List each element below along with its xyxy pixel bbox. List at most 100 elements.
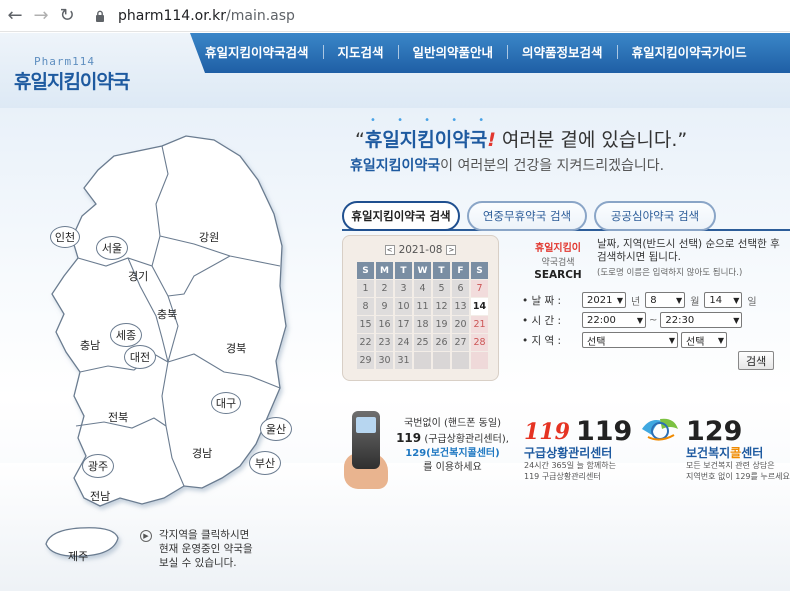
search-desc-note: (도로명 이름은 입력하지 않아도 됩니다.) xyxy=(597,268,743,278)
calendar-day[interactable]: 30 xyxy=(376,352,393,369)
calendar-prev-button[interactable]: < xyxy=(384,245,395,255)
region-chungnam[interactable]: 충남 xyxy=(80,337,100,353)
region-jeonbuk[interactable]: 전북 xyxy=(108,409,128,425)
menu-divider xyxy=(616,44,618,59)
back-icon[interactable]: ← xyxy=(2,3,28,29)
calendar-day[interactable]: 26 xyxy=(433,334,450,351)
calendar-day[interactable]: 10 xyxy=(395,298,412,315)
calendar-day[interactable]: 1 xyxy=(357,280,374,297)
calendar-day[interactable]: 28 xyxy=(471,334,488,351)
forward-icon[interactable]: → xyxy=(28,3,54,29)
129-title-b: 콜 xyxy=(730,446,742,460)
tab-holiday-pharmacy[interactable]: 휴일지킴이약국 검색 xyxy=(342,201,460,231)
calendar-day[interactable]: 20 xyxy=(452,316,469,333)
region-sejong[interactable]: 세종 xyxy=(110,323,142,347)
region-label: 부산 xyxy=(254,457,276,470)
menu-item-otc-guide[interactable]: 일반의약품안내 xyxy=(413,42,494,61)
calendar-day[interactable]: 19 xyxy=(433,316,450,333)
site-logo[interactable]: Pharm114 휴일지킴이약국 xyxy=(14,55,130,94)
calendar-day-selected[interactable]: 14 xyxy=(471,298,488,315)
region-daegu[interactable]: 대구 xyxy=(211,392,241,414)
region-jeju[interactable]: 제주 xyxy=(68,548,88,564)
calendar-day[interactable]: 23 xyxy=(376,334,393,351)
calendar-empty-cell xyxy=(414,352,431,369)
region-daejeon[interactable]: 대전 xyxy=(124,345,156,369)
region-busan[interactable]: 부산 xyxy=(249,451,281,475)
calendar-day[interactable]: 11 xyxy=(414,298,431,315)
tagline-rest: 여러분 곁에 있습니다. xyxy=(495,129,678,151)
calendar-day[interactable]: 2 xyxy=(376,280,393,297)
calendar-day[interactable]: 13 xyxy=(452,298,469,315)
time-to-select[interactable]: 22:30 ▼ xyxy=(660,312,743,328)
lock-icon[interactable] xyxy=(90,6,110,26)
tab-late-night-pharmacy[interactable]: 공공심야약국 검색 xyxy=(594,201,716,231)
region-gyeongnam[interactable]: 경남 xyxy=(192,445,212,461)
region-sido-select[interactable]: 선택 ▼ xyxy=(582,332,678,348)
region-chungbuk[interactable]: 충북 xyxy=(157,306,177,322)
day-select[interactable]: 14 ▼ xyxy=(704,292,743,308)
129-logo-icon[interactable] xyxy=(638,415,682,443)
banner-119-center[interactable]: 119 119 xyxy=(524,416,632,447)
tagline-sub-brand: 휴일지킴이약국 xyxy=(350,158,441,174)
search-desc-main: 날짜, 지역(반드시 선택) 순으로 선택한 후 검색하시면 됩니다. xyxy=(597,238,780,263)
region-label: 광주 xyxy=(87,460,109,473)
reload-icon[interactable]: ↻ xyxy=(54,3,80,29)
region-gangwon[interactable]: 강원 xyxy=(199,229,219,245)
calendar-day[interactable]: 18 xyxy=(414,316,431,333)
dow-thu: T xyxy=(433,262,450,279)
calendar-day[interactable]: 29 xyxy=(357,352,374,369)
search-button[interactable]: 검색 xyxy=(738,351,775,370)
region-gyeonggi[interactable]: 경기 xyxy=(128,268,148,284)
calendar-day[interactable]: 17 xyxy=(395,316,412,333)
time-separator: ~ xyxy=(649,314,658,326)
calendar-day[interactable]: 16 xyxy=(376,316,393,333)
address-bar[interactable]: pharm114.or.kr/main.asp xyxy=(90,3,295,29)
calendar-day[interactable]: 12 xyxy=(433,298,450,315)
129-number[interactable]: 129 xyxy=(686,416,742,447)
calendar-day[interactable]: 22 xyxy=(357,334,374,351)
calendar-day[interactable]: 3 xyxy=(395,280,412,297)
calendar-month: 2021-08 xyxy=(398,244,443,256)
menu-item-guide[interactable]: 휴일지킴이약국가이드 xyxy=(632,42,747,61)
time-from-select[interactable]: 22:00 ▼ xyxy=(582,312,646,328)
emergency-call-banner[interactable]: 국번없이 (핸드폰 동일) 119 (구급상황관리센터), 129(보건복지콜센… xyxy=(390,417,515,475)
year-select[interactable]: 2021 ▼ xyxy=(582,292,626,308)
calendar-day[interactable]: 4 xyxy=(414,280,431,297)
time-row: • 시 간 : 22:00 ▼ ~ 22:30 ▼ xyxy=(522,312,743,328)
region-gyeongbuk[interactable]: 경북 xyxy=(226,340,246,356)
month-select[interactable]: 8 ▼ xyxy=(645,292,686,308)
calendar-day[interactable]: 24 xyxy=(395,334,412,351)
region-gugun-value: 선택 xyxy=(686,336,705,348)
map-note-line: 보실 수 있습니다. xyxy=(159,557,237,569)
region-label: 인천 xyxy=(54,231,76,244)
calendar-day[interactable]: 9 xyxy=(376,298,393,315)
calendar: < 2021-08 > S M T W T F S 1 2 3 4 5 6 7 … xyxy=(342,235,499,381)
calendar-empty-cell xyxy=(471,352,488,369)
calendar-day[interactable]: 21 xyxy=(471,316,488,333)
calendar-day[interactable]: 25 xyxy=(414,334,431,351)
menu-item-holiday-search[interactable]: 휴일지킴이약국검색 xyxy=(205,42,309,61)
menu-item-drug-info[interactable]: 의약품정보검색 xyxy=(522,42,603,61)
chevron-down-icon: ▼ xyxy=(717,335,724,345)
search-title-2: 약국검색 xyxy=(541,258,575,268)
tagline-sub-rest: 이 여러분의 건강을 지켜드리겠습니다. xyxy=(440,158,665,174)
chevron-down-icon: ▼ xyxy=(733,295,740,305)
calendar-day[interactable]: 6 xyxy=(452,280,469,297)
calendar-day[interactable]: 8 xyxy=(357,298,374,315)
tab-always-open-pharmacy[interactable]: 연중무휴약국 검색 xyxy=(467,201,587,231)
calendar-next-button[interactable]: > xyxy=(446,245,457,255)
region-jeonnam[interactable]: 전남 xyxy=(90,488,110,504)
region-gugun-select[interactable]: 선택 ▼ xyxy=(681,332,727,348)
calendar-day[interactable]: 15 xyxy=(357,316,374,333)
calendar-day[interactable]: 27 xyxy=(452,334,469,351)
129-title-a: 보건복지 xyxy=(686,446,731,460)
calendar-day[interactable]: 31 xyxy=(395,352,412,369)
calendar-day[interactable]: 7 xyxy=(471,280,488,297)
region-seoul[interactable]: 서울 xyxy=(96,236,128,260)
region-incheon[interactable]: 인천 xyxy=(50,226,80,248)
region-ulsan[interactable]: 울산 xyxy=(260,417,292,441)
menu-item-map-search[interactable]: 지도검색 xyxy=(338,42,384,61)
calendar-day[interactable]: 5 xyxy=(433,280,450,297)
region-gwangju[interactable]: 광주 xyxy=(82,454,114,478)
chevron-down-icon: ▼ xyxy=(733,315,740,325)
